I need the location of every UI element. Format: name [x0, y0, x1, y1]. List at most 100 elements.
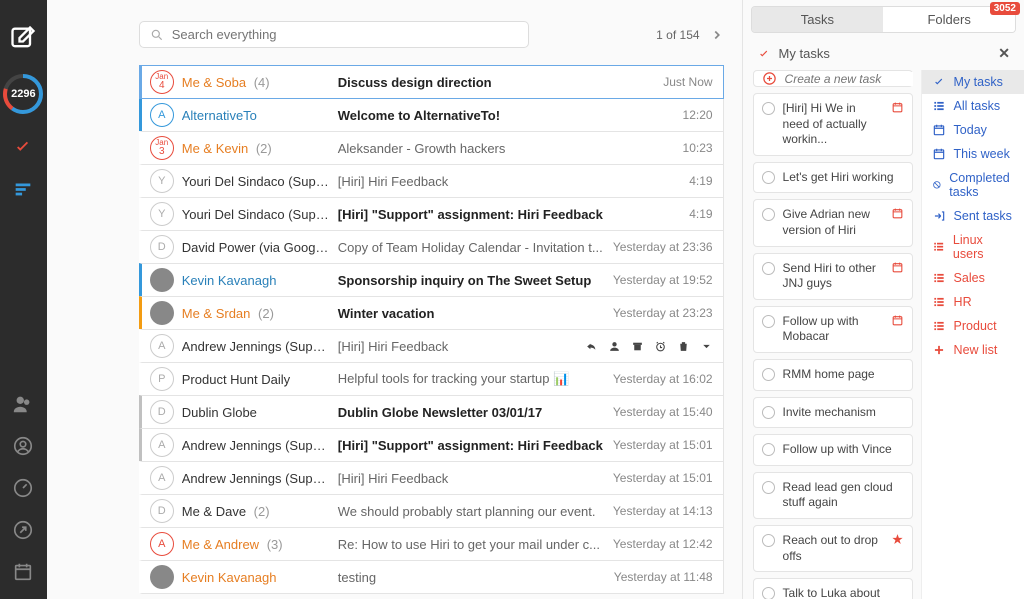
dashboard-icon[interactable]: [12, 477, 34, 499]
email-row[interactable]: PProduct Hunt DailyHelpful tools for tra…: [139, 362, 724, 396]
filter-item[interactable]: All tasks: [922, 94, 1024, 118]
task-checkbox[interactable]: [762, 262, 775, 275]
task-checkbox[interactable]: [762, 102, 775, 115]
email-row[interactable]: D Me & Dave (2)We should probably start p…: [139, 494, 724, 528]
nocircle-icon: [932, 178, 942, 192]
email-from: Me & Dave (2): [182, 504, 330, 519]
filter-item[interactable]: Sent tasks: [922, 204, 1024, 228]
task-checkbox[interactable]: [762, 481, 775, 494]
settings-icon[interactable]: [12, 519, 34, 541]
email-row[interactable]: AAndrew Jennings (Supp...[Hiri] "Support…: [139, 428, 724, 462]
task-item[interactable]: Read lead gen cloud stuff again: [753, 472, 913, 519]
email-row[interactable]: AAndrew Jennings (Support)[Hiri] Hiri Fe…: [139, 461, 724, 495]
sender-initial: A: [150, 532, 174, 556]
task-item[interactable]: Follow up with Mobacar: [753, 306, 913, 353]
email-from: Me & Soba (4): [182, 75, 330, 90]
pager-next-icon[interactable]: [710, 28, 724, 42]
tasks-icon[interactable]: [12, 136, 34, 158]
task-checkbox[interactable]: [762, 534, 775, 547]
profile-icon[interactable]: [12, 435, 34, 457]
snooze-icon[interactable]: [654, 340, 667, 353]
contacts-icon[interactable]: [12, 393, 34, 415]
search-input[interactable]: [172, 27, 518, 42]
email-from: AlternativeTo: [182, 108, 330, 123]
email-row[interactable]: AAndrew Jennings (Support)[Hiri] Hiri Fe…: [139, 329, 724, 363]
email-row[interactable]: YYouri Del Sindaco (Suppo...[Hiri] Hiri …: [139, 164, 724, 198]
task-item[interactable]: Send Hiri to other JNJ guys: [753, 253, 913, 300]
thread-count: (4): [250, 75, 270, 90]
email-subject: We should probably start planning our ev…: [330, 504, 603, 519]
task-checkbox[interactable]: [762, 171, 775, 184]
task-checkbox[interactable]: [762, 443, 775, 456]
email-row[interactable]: Kevin KavanaghSponsorship inquiry on The…: [139, 263, 724, 297]
filter-item[interactable]: My tasks: [922, 70, 1024, 94]
plus-icon: [932, 343, 946, 357]
reply-icon[interactable]: [585, 340, 598, 353]
task-item[interactable]: Invite mechanism: [753, 397, 913, 429]
email-row[interactable]: Kevin KavanaghtestingYesterday at 11:48: [139, 560, 724, 594]
email-subject: [Hiri] Hiri Feedback: [330, 471, 603, 486]
task-checkbox[interactable]: [762, 406, 775, 419]
avatar: [150, 268, 174, 292]
thread-count: (2): [252, 141, 272, 156]
task-item[interactable]: [Hiri] Hi We in need of actually workin.…: [753, 93, 913, 156]
search-icon: [150, 28, 164, 42]
email-row[interactable]: Jan4Me & Soba (4)Discuss design directio…: [139, 65, 724, 99]
cal-icon: [932, 147, 946, 161]
tab-tasks[interactable]: Tasks: [752, 7, 884, 32]
task-item[interactable]: RMM home page: [753, 359, 913, 391]
email-subject: Helpful tools for tracking your startup …: [330, 371, 603, 387]
filter-item[interactable]: Sales: [922, 266, 1024, 290]
email-time: 4:19: [679, 207, 712, 221]
more-icon[interactable]: [700, 340, 713, 353]
assign-icon[interactable]: [608, 340, 621, 353]
thread-count: (3): [263, 537, 283, 552]
task-item[interactable]: Give Adrian new version of Hiri: [753, 199, 913, 246]
email-from: Andrew Jennings (Supp...: [182, 438, 330, 453]
task-item[interactable]: Follow up with Vince: [753, 434, 913, 466]
task-item[interactable]: Reach out to drop offs: [753, 525, 913, 572]
close-tasks-button[interactable]: ✕: [998, 45, 1010, 62]
email-time: 10:23: [673, 141, 713, 155]
task-checkbox[interactable]: [762, 208, 775, 221]
sidebar-spine: 2296: [0, 0, 47, 599]
sender-initial: A: [150, 466, 174, 490]
filter-item[interactable]: Linux users: [922, 228, 1024, 266]
calendar-icon[interactable]: [12, 561, 34, 583]
task-checkbox[interactable]: [762, 315, 775, 328]
email-row[interactable]: Jan3Me & Kevin (2)Aleksander - Growth ha…: [139, 131, 724, 165]
search-box[interactable]: [139, 21, 529, 48]
email-row[interactable]: AAlternativeToWelcome to AlternativeTo!1…: [139, 98, 724, 132]
email-row[interactable]: Me & Srdan (2)Winter vacationYesterday a…: [139, 296, 724, 330]
task-text: Let's get Hiri working: [783, 170, 904, 186]
delete-icon[interactable]: [677, 340, 690, 353]
filter-item[interactable]: Completed tasks: [922, 166, 1024, 204]
task-item[interactable]: Let's get Hiri working: [753, 162, 913, 194]
sender-initial: A: [150, 433, 174, 457]
email-row[interactable]: YYouri Del Sindaco (Supp...[Hiri] "Suppo…: [139, 197, 724, 231]
task-checkbox[interactable]: [762, 368, 775, 381]
sender-initial: A: [150, 334, 174, 358]
score-gauge[interactable]: 2296: [1, 72, 45, 116]
email-row[interactable]: AMe & Andrew (3)Re: How to use Hiri to g…: [139, 527, 724, 561]
archive-icon[interactable]: [631, 340, 644, 353]
email-row[interactable]: DDavid Power (via Google ...Copy of Team…: [139, 230, 724, 264]
tasks-header-label: My tasks: [779, 46, 830, 61]
star-icon[interactable]: [891, 533, 904, 546]
sender-initial: D: [150, 499, 174, 523]
filter-item[interactable]: Product: [922, 314, 1024, 338]
due-icon: [891, 261, 904, 274]
filter-item[interactable]: New list: [922, 338, 1024, 362]
email-row[interactable]: DDublin GlobeDublin Globe Newsletter 03/…: [139, 395, 724, 429]
compose-button[interactable]: [9, 24, 37, 52]
task-item[interactable]: Talk to Luka about Ian's problem: [753, 578, 913, 599]
filter-item[interactable]: Today: [922, 118, 1024, 142]
new-task-input[interactable]: [785, 72, 913, 86]
task-checkbox[interactable]: [762, 587, 775, 599]
filter-icon[interactable]: [12, 178, 34, 200]
new-task-row[interactable]: [753, 70, 913, 87]
filter-item[interactable]: HR: [922, 290, 1024, 314]
avatar: [150, 301, 174, 325]
filter-item[interactable]: This week: [922, 142, 1024, 166]
email-subject: Copy of Team Holiday Calendar - Invitati…: [330, 240, 603, 255]
